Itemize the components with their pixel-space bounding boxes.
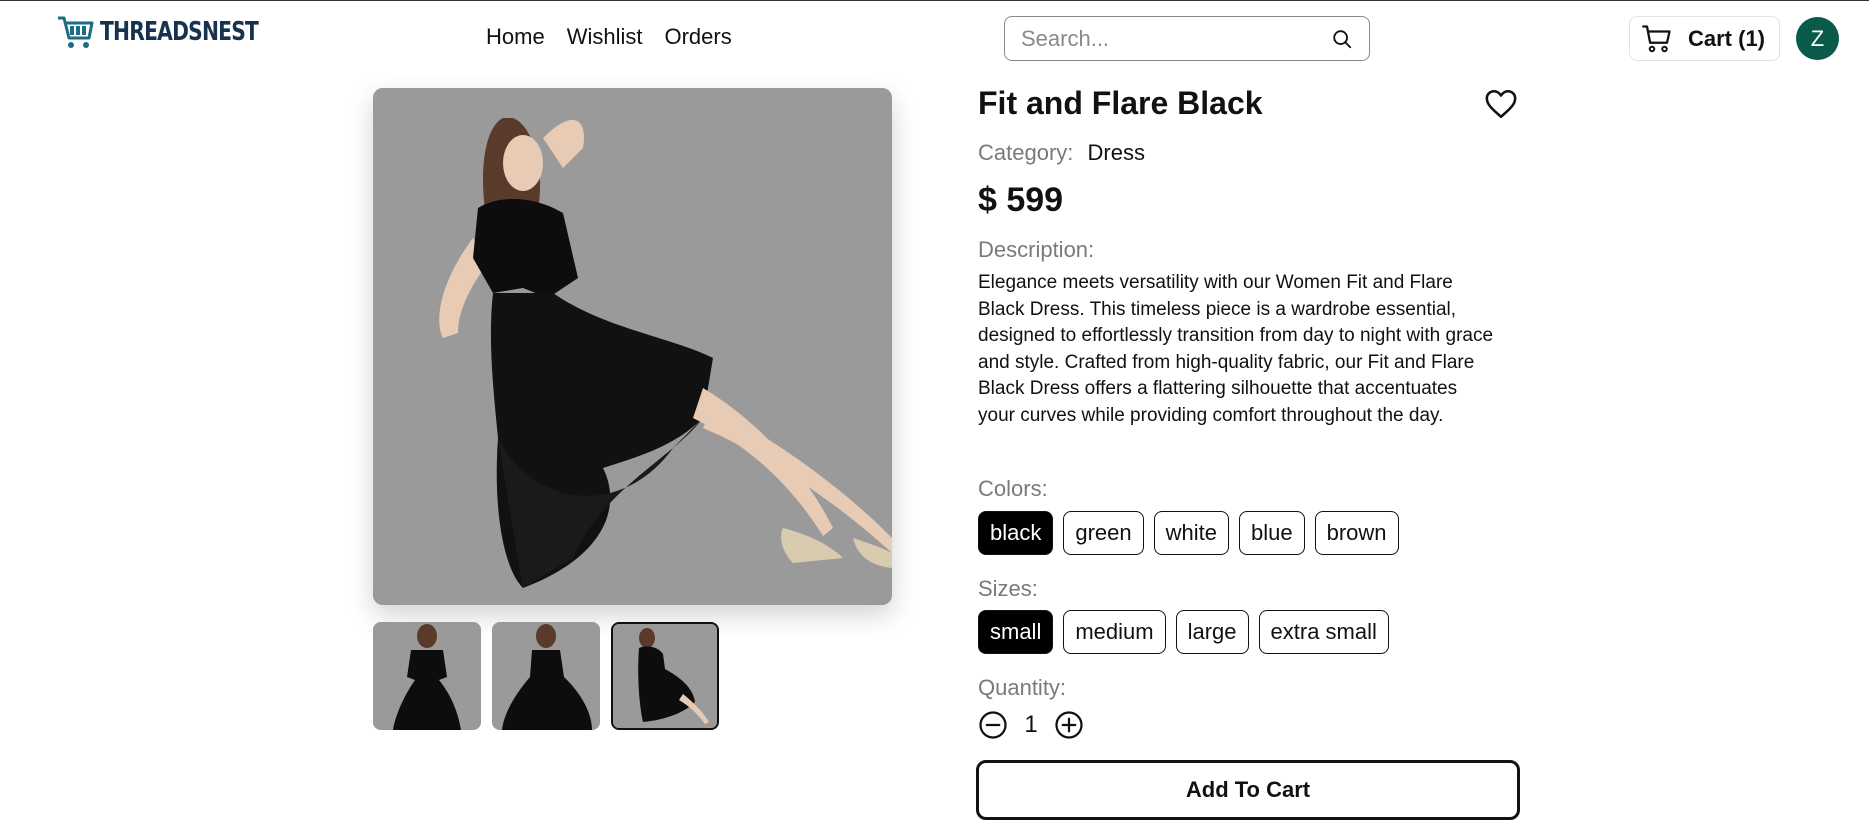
size-option-large[interactable]: large	[1175, 610, 1249, 654]
color-option-white[interactable]: white	[1153, 511, 1229, 555]
quantity-stepper: 1	[978, 710, 1084, 740]
color-option-blue[interactable]: blue	[1239, 511, 1305, 555]
logo-text: THREADSNEST	[100, 17, 259, 47]
size-option-medium[interactable]: medium	[1063, 610, 1166, 654]
heart-icon[interactable]	[1484, 88, 1518, 120]
category-row: Category: Dress	[978, 140, 1145, 166]
avatar[interactable]: Z	[1796, 17, 1839, 60]
quantity-value: 1	[1024, 711, 1038, 738]
category-label: Category:	[978, 140, 1074, 165]
category-value: Dress	[1087, 140, 1145, 165]
main-nav: Home Wishlist Orders	[486, 24, 732, 50]
minus-circle-icon[interactable]	[978, 710, 1008, 740]
search-input[interactable]	[1021, 25, 1331, 52]
product-title: Fit and Flare Black	[978, 85, 1263, 121]
nav-orders[interactable]: Orders	[664, 24, 731, 50]
cart-icon	[1642, 24, 1671, 52]
product-description: Elegance meets versatility with our Wome…	[978, 272, 1494, 426]
shopping-cart-logo-icon	[58, 16, 94, 48]
size-option-extra-small[interactable]: extra small	[1258, 610, 1389, 654]
thumbnail-1[interactable]	[373, 622, 481, 730]
colors-label: Colors:	[978, 476, 1048, 501]
quantity-label: Quantity:	[978, 675, 1067, 700]
color-option-brown[interactable]: brown	[1314, 511, 1399, 555]
color-option-green[interactable]: green	[1063, 511, 1144, 555]
search-icon[interactable]	[1331, 28, 1353, 50]
description-label: Description:	[978, 237, 1095, 262]
size-options: small medium large extra small	[978, 610, 1389, 654]
dress-image	[373, 88, 892, 605]
add-to-cart-button[interactable]: Add To Cart	[976, 760, 1520, 820]
top-border	[0, 0, 1869, 1]
sizes-label: Sizes:	[978, 576, 1038, 601]
color-option-black[interactable]: black	[978, 511, 1054, 555]
thumbnail-strip	[373, 622, 719, 730]
nav-wishlist[interactable]: Wishlist	[567, 24, 643, 50]
cart-button[interactable]: Cart (1)	[1629, 16, 1780, 61]
thumbnail-3[interactable]	[611, 622, 719, 730]
logo[interactable]: THREADSNEST	[56, 14, 303, 50]
size-option-small[interactable]: small	[978, 610, 1054, 654]
product-price: $ 599	[978, 181, 1064, 219]
color-options: black green white blue brown	[978, 511, 1399, 555]
cart-label: Cart (1)	[1688, 25, 1766, 51]
main-product-image	[373, 88, 892, 605]
plus-circle-icon[interactable]	[1054, 710, 1084, 740]
search-box	[1004, 16, 1370, 61]
thumbnail-2[interactable]	[492, 622, 600, 730]
nav-home[interactable]: Home	[486, 24, 545, 50]
